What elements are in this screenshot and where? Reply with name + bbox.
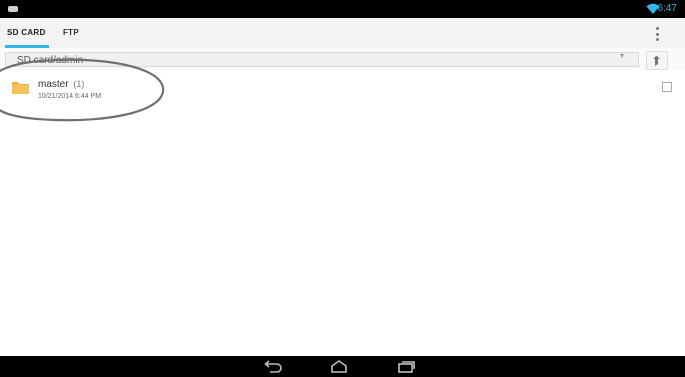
- parent-folder-button[interactable]: [646, 51, 668, 70]
- recent-apps-icon[interactable]: [396, 359, 416, 374]
- file-name-text: master: [38, 79, 69, 90]
- status-time: 6:47: [657, 3, 677, 14]
- tab-bar: SD CARD FTP: [0, 18, 685, 49]
- tab-ftp[interactable]: FTP: [63, 18, 79, 48]
- file-name: master (1): [38, 79, 84, 90]
- navigation-bar: [0, 356, 685, 377]
- path-dropdown-icon[interactable]: ▾: [620, 51, 624, 60]
- overflow-menu-icon[interactable]: [650, 27, 664, 41]
- tab-sd-card[interactable]: SD CARD: [7, 18, 46, 48]
- path-bar: SD card/admin ▾: [0, 48, 685, 70]
- folder-icon: [12, 82, 29, 94]
- up-arrow-icon: [653, 55, 660, 66]
- file-date: 10/21/2014 6:44 PM: [38, 93, 102, 100]
- select-checkbox[interactable]: [662, 82, 672, 92]
- status-bar: 6:47: [0, 0, 685, 18]
- screen: 6:47 SD CARD FTP SD card/admin ▾ master …: [0, 0, 685, 377]
- path-field[interactable]: SD card/admin: [5, 52, 639, 67]
- notification-icon: [8, 6, 18, 12]
- home-icon[interactable]: [329, 359, 349, 374]
- list-item[interactable]: master (1) 10/21/2014 6:44 PM: [0, 72, 685, 106]
- back-icon[interactable]: [262, 359, 282, 374]
- file-item-count: (1): [73, 79, 85, 89]
